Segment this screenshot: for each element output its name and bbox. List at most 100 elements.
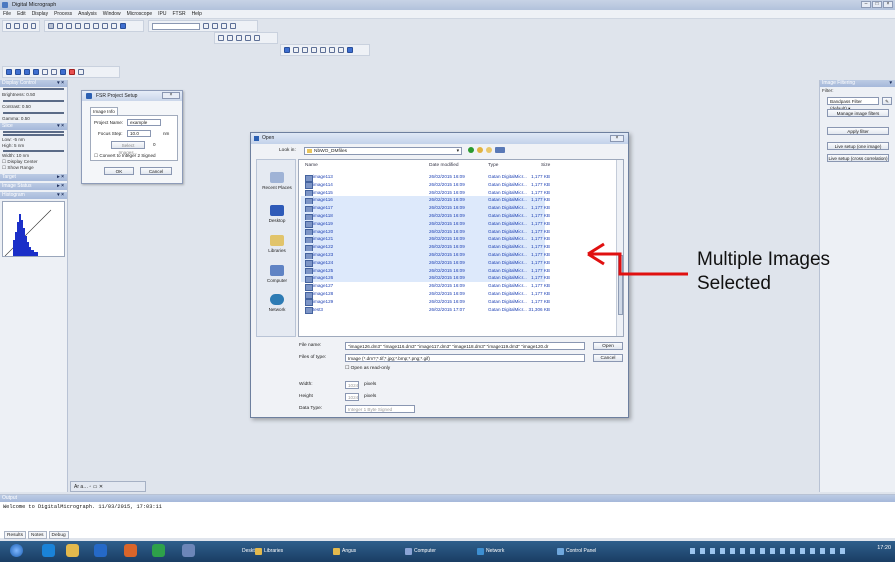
menu-ftsr[interactable]: FTSR — [173, 10, 186, 18]
place-desktop[interactable]: Desktop — [257, 205, 297, 223]
explorer-icon[interactable] — [66, 544, 79, 557]
dm-app-icon[interactable] — [182, 544, 195, 557]
slice-slider-2[interactable] — [3, 134, 64, 136]
file-row[interactable]: image115 26/02/2015 16:09 Gatan DigitalMic… — [301, 189, 550, 197]
image-status-header[interactable]: Image Status ▸ × — [0, 183, 67, 190]
tab-image-info[interactable]: Image Info — [90, 107, 118, 115]
taskbar-libraries[interactable]: Libraries — [254, 544, 283, 559]
firefox-icon[interactable] — [124, 544, 137, 557]
brightness-slider[interactable] — [3, 88, 64, 90]
grid-icon[interactable] — [22, 23, 28, 29]
gamma-slider[interactable] — [3, 112, 64, 114]
height-input[interactable]: 1024 — [345, 393, 359, 401]
draw-rect-icon[interactable] — [218, 35, 224, 41]
show-range-checkbox[interactable]: ☐ Show Range — [0, 165, 67, 171]
col-name[interactable]: Name — [305, 162, 318, 169]
histogram-header[interactable]: Histogram ▾ × — [0, 192, 67, 199]
file-row[interactable]: image117 26/02/2015 16:09 Gatan DigitalMic… — [301, 204, 550, 213]
oval-icon[interactable] — [338, 47, 344, 53]
roi-line-icon[interactable] — [66, 23, 72, 29]
draw-pen-icon[interactable] — [254, 35, 260, 41]
project-name-input[interactable]: example — [127, 119, 161, 126]
filter-dropdown[interactable]: Bandpass Filter (default) ▾ — [827, 97, 879, 111]
lens-icon[interactable] — [30, 23, 36, 29]
select-icon[interactable] — [48, 23, 54, 29]
file-row[interactable]: image122 26/02/2015 16:09 Gatan DigitalMic… — [301, 243, 550, 252]
width-input[interactable]: 1024 — [345, 381, 359, 389]
back-icon[interactable] — [468, 147, 474, 153]
col-date-modified[interactable]: Date modified — [429, 162, 459, 169]
menu-window[interactable]: Window — [103, 10, 121, 18]
fsr-title-bar[interactable]: FSR Project Setup × — [82, 91, 182, 101]
display-control-header[interactable]: Display Control ▾ × — [0, 80, 67, 87]
filter-edit-button[interactable]: ✎ — [882, 97, 892, 105]
taskbar-network[interactable]: Network — [476, 544, 504, 559]
cut-icon[interactable] — [51, 69, 57, 75]
text-a-icon[interactable] — [311, 47, 317, 53]
file-row[interactable]: image114 26/02/2015 16:09 Gatan DigitalMic… — [301, 181, 550, 190]
minimize-button[interactable]: – — [861, 1, 871, 8]
close-button[interactable]: × — [883, 1, 893, 8]
open-title-bar[interactable]: Open × — [251, 133, 628, 144]
taskbar-control-panel[interactable]: Control Panel — [556, 544, 596, 559]
file-row[interactable]: image126 26/02/2015 16:09 Gatan DigitalMic… — [301, 274, 550, 283]
file-row[interactable]: image119 26/02/2015 16:09 Gatan DigitalMic… — [301, 219, 550, 229]
file-row[interactable]: image121 26/02/2015 16:09 Gatan DigitalMic… — [301, 235, 550, 244]
roi-rect-icon[interactable] — [57, 23, 63, 29]
roi-point-icon[interactable] — [93, 23, 99, 29]
look-in-dropdown[interactable]: NbWO_DMfiles ▾ — [304, 147, 462, 155]
place-computer[interactable]: Computer — [257, 265, 297, 283]
focus-step-input[interactable]: 10.0 — [127, 130, 151, 137]
file-row[interactable]: image124 26/02/2015 16:09 Gatan DigitalMic… — [301, 258, 550, 268]
draw-lasso-icon[interactable] — [245, 35, 251, 41]
magnify-icon[interactable] — [302, 47, 308, 53]
slice-width-slider[interactable] — [3, 150, 64, 152]
file-row[interactable]: image125 26/02/2015 16:09 Gatan DigitalMic… — [301, 266, 550, 275]
roi-oval-icon[interactable] — [84, 23, 90, 29]
new-folder-icon[interactable] — [486, 147, 492, 153]
place-network[interactable]: Network — [257, 294, 297, 312]
file-row[interactable]: image128 26/02/2015 16:09 Gatan DigitalMic… — [301, 290, 550, 299]
up-folder-icon[interactable] — [477, 147, 483, 153]
file-row[interactable]: test3 26/02/2015 17:07 Gatan DigitalMicr..… — [301, 306, 550, 314]
taskbar-clock[interactable]: 17:20 — [877, 545, 891, 551]
col-type[interactable]: Type — [488, 162, 498, 169]
place-recent[interactable]: Recent Places — [257, 172, 297, 190]
menu-process[interactable]: Process — [54, 10, 72, 18]
app-green-icon[interactable] — [152, 544, 165, 557]
arrow-line-icon[interactable] — [320, 47, 326, 53]
taskbar-angus[interactable]: Angus — [332, 544, 356, 559]
convert-checkbox[interactable]: ☐ Convert to Integer 2 Signed — [94, 153, 156, 159]
live-setup-one-button[interactable]: Live setup (one image) — [827, 142, 889, 150]
tool-dash-icon[interactable] — [230, 23, 236, 29]
menu-display[interactable]: Display — [32, 10, 48, 18]
tab-debug[interactable]: Debug — [48, 531, 69, 539]
roi-polygon-icon[interactable] — [111, 23, 117, 29]
file-row[interactable]: image120 26/02/2015 16:09 Gatan DigitalMic… — [301, 227, 550, 236]
file-row[interactable]: image118 26/02/2015 16:09 Gatan DigitalMic… — [301, 212, 550, 221]
minimized-image-window[interactable]: Ar a… ▫ ▭ ✕ — [70, 481, 146, 492]
menu-help[interactable]: Help — [192, 10, 202, 18]
read-only-checkbox[interactable]: ☐ Open as read-only — [345, 365, 390, 373]
file-row[interactable]: image129 26/02/2015 16:09 Gatan DigitalMic… — [301, 298, 550, 307]
slice-slider[interactable] — [3, 131, 64, 133]
arrow-pointer-icon[interactable] — [284, 47, 290, 53]
file-row[interactable]: image127 26/02/2015 16:09 Gatan DigitalMic… — [301, 282, 550, 291]
menu-file[interactable]: File — [3, 10, 11, 18]
manage-filters-button[interactable]: Manage image filters — [827, 109, 889, 117]
draw-line-icon[interactable] — [227, 35, 233, 41]
internet-explorer-icon[interactable] — [42, 544, 55, 557]
tool-plus-icon[interactable] — [212, 23, 218, 29]
image-filtering-header[interactable]: Image Filtering ▾ — [820, 80, 895, 87]
draw-cross-icon[interactable] — [236, 35, 242, 41]
cancel-button[interactable]: Cancel — [593, 354, 623, 362]
settings-icon[interactable] — [69, 69, 75, 75]
open-folder-icon[interactable] — [15, 69, 21, 75]
tab-results[interactable]: Results — [4, 531, 26, 539]
file-row[interactable]: image113 26/02/2015 16:09 Gatan DigitalMic… — [301, 173, 550, 182]
start-button-icon[interactable] — [10, 544, 23, 557]
live-setup-cross-button[interactable]: Live setup (cross correlation) — [827, 154, 889, 162]
chart-icon[interactable] — [120, 23, 126, 29]
save-all-icon[interactable] — [33, 69, 39, 75]
outlook-icon[interactable] — [94, 544, 107, 557]
